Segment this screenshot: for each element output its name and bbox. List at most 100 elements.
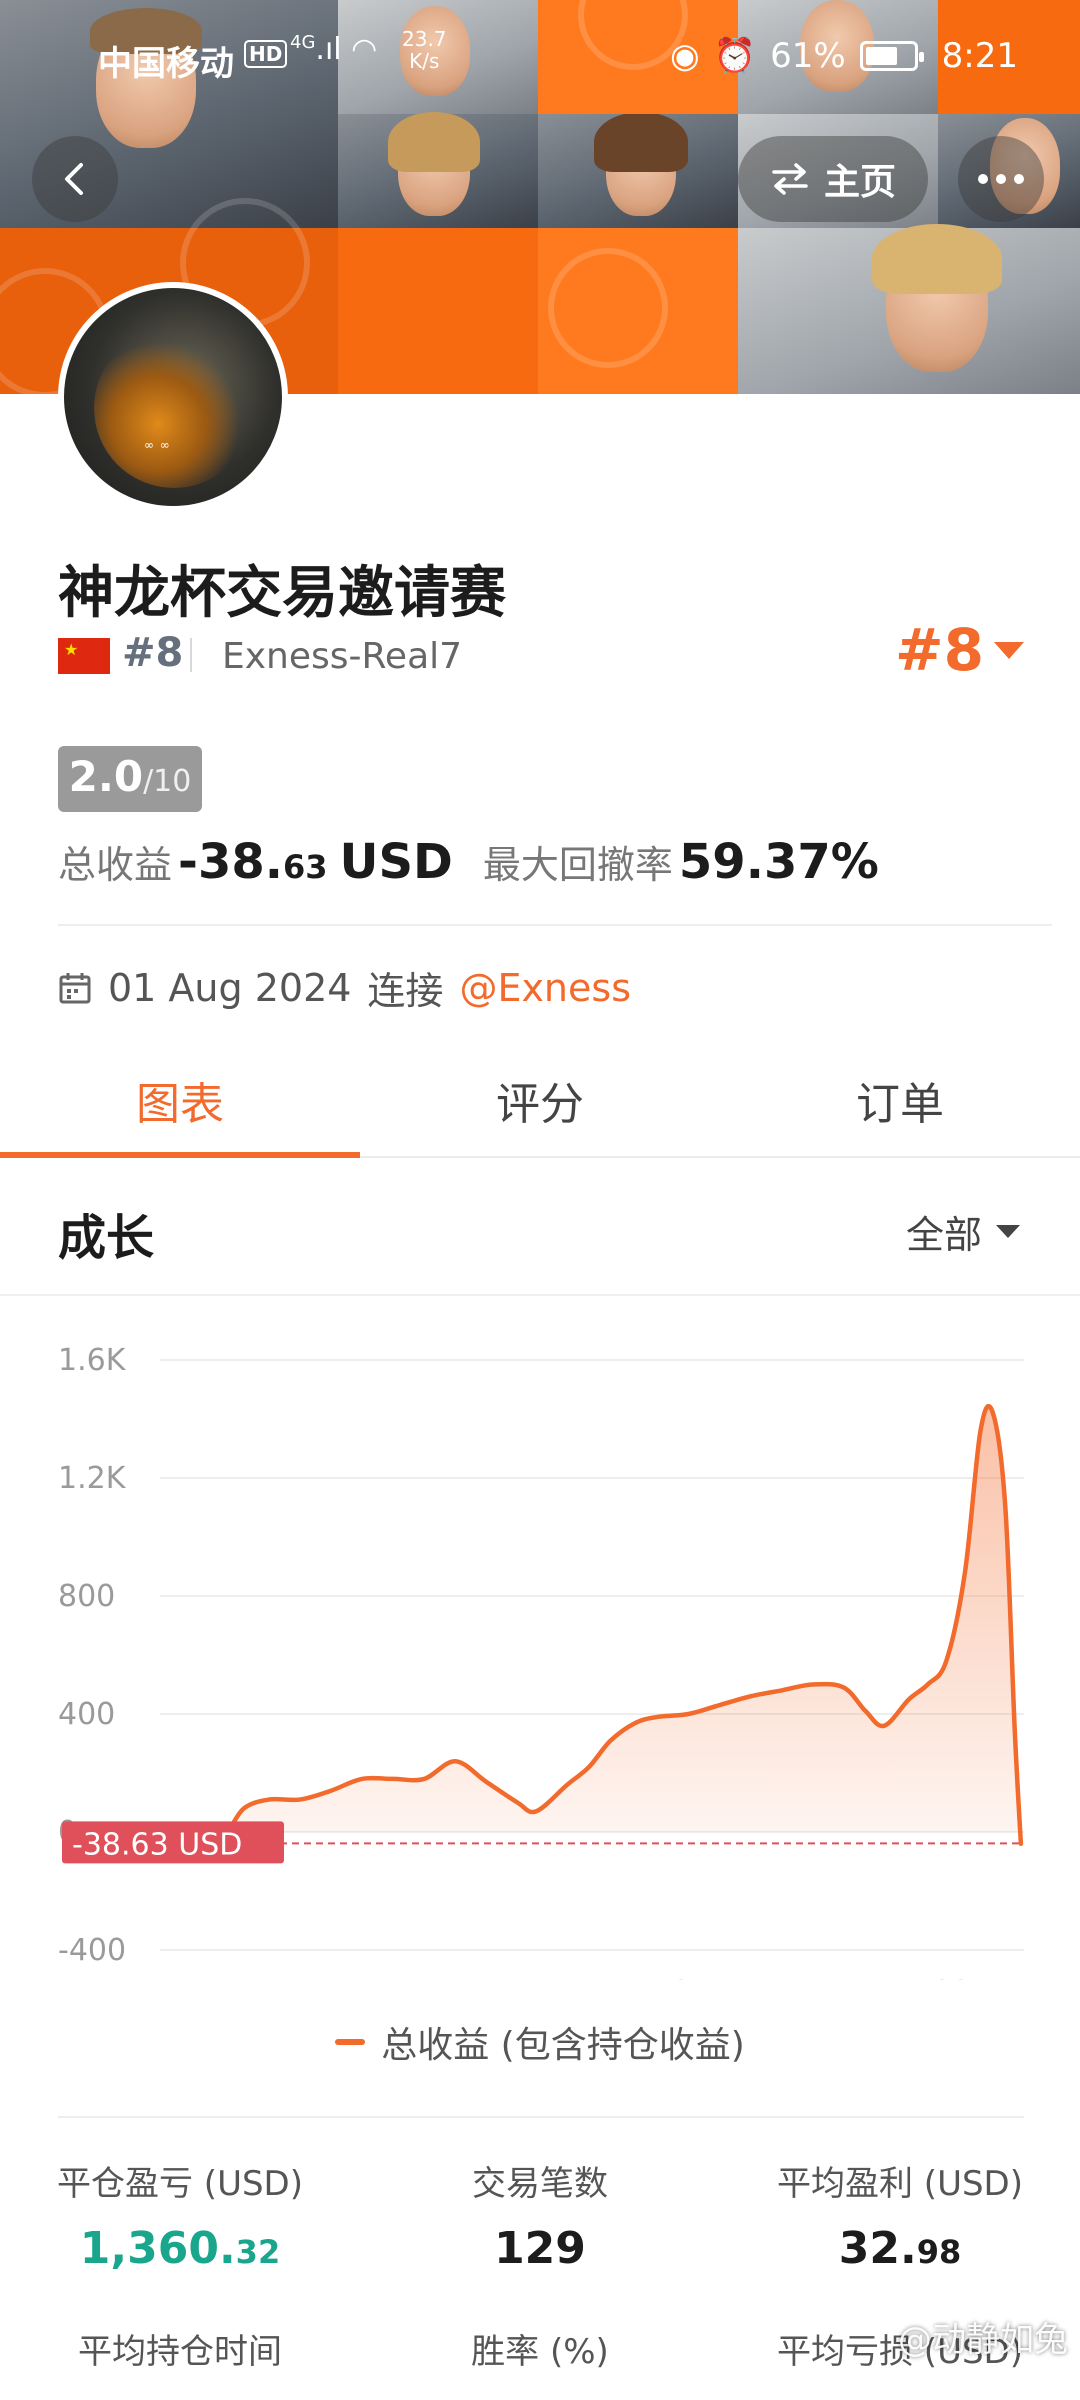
current-value-badge: -38.63 USD	[62, 1821, 284, 1864]
stat-value-decimal: 32	[235, 2233, 281, 2271]
banner-orange-tile	[338, 228, 538, 394]
country-rank: #8	[122, 630, 184, 676]
divider	[58, 924, 1052, 926]
stat-value-decimal: 98	[916, 2233, 962, 2271]
total-profit-label: 总收益	[58, 843, 173, 887]
battery-percent: 61%	[770, 36, 846, 76]
connected-label: 连接	[367, 969, 444, 1013]
eye-icon: ◉	[670, 36, 700, 76]
carrier-label: 中国移动	[98, 44, 234, 84]
battery-icon	[859, 41, 924, 71]
wifi-icon: ◠	[351, 32, 378, 67]
banner-hair	[388, 112, 480, 172]
more-button[interactable]	[958, 136, 1044, 222]
max-drawdown-label: 最大回撤率	[482, 843, 673, 887]
more-dot-icon	[1014, 174, 1024, 184]
divider	[190, 638, 192, 672]
caret-down-icon	[996, 1225, 1020, 1238]
y-tick-label: 1.6K	[58, 1343, 127, 1378]
stat-label: 平均盈利 (USD)	[777, 2164, 1023, 2204]
watermark: @动静如兔	[898, 2320, 1068, 2360]
stat-closed-pnl: 平仓盈亏 (USD) 1,360.32	[0, 2156, 360, 2274]
switch-icon	[772, 163, 808, 195]
divider	[58, 2116, 1024, 2118]
stat-trade-count: 交易笔数 129	[360, 2156, 720, 2274]
china-flag-icon: ★	[58, 638, 110, 674]
y-tick-label: -400	[58, 1933, 126, 1968]
total-profit-unit: USD	[339, 834, 453, 890]
banner-orange-tile	[538, 228, 738, 394]
y-tick-label: 400	[58, 1697, 115, 1732]
growth-chart[interactable]: 1.6K1.2K8004000-400 11 Aug19 Aug28 Aug -…	[0, 1300, 1080, 1980]
tab-orders[interactable]: 订单	[720, 1040, 1080, 1156]
stat-avg-profit: 平均盈利 (USD) 32.98	[720, 2156, 1080, 2274]
growth-area	[228, 1406, 1021, 1844]
net-speed: 23.7 K/s	[402, 28, 447, 72]
status-right: ◉ ⏰ 61% 8:21	[670, 36, 1018, 76]
chevron-left-icon	[65, 163, 83, 195]
stat-value: 32.98	[720, 2223, 1080, 2274]
tab-bar: 图表 评分 订单	[0, 1040, 1080, 1158]
caret-down-icon	[994, 641, 1024, 659]
tab-chart[interactable]: 图表	[0, 1040, 360, 1158]
x-tick-label: 19 Aug	[654, 1974, 753, 1980]
total-profit-value: -38.	[178, 834, 283, 890]
stat-label: 平仓盈亏 (USD)	[57, 2164, 303, 2204]
chart-legend[interactable]: 总收益 (包含持仓收益)	[0, 2016, 1080, 2068]
page-title: 神龙杯交易邀请赛	[58, 561, 506, 626]
current-value-label: -38.63 USD	[72, 1827, 242, 1862]
stat-value: 1,360.32	[0, 2223, 360, 2274]
avatar-logo-mark: ∞ ∞	[144, 438, 171, 452]
connected-date: 01 Aug 2024	[108, 965, 352, 1010]
net-speed-value: 23.7	[402, 27, 447, 51]
stat-value-main: 129	[494, 2223, 586, 2274]
stat-label: 胜率 (%)	[471, 2332, 609, 2372]
account-server: Exness-Real7	[222, 636, 463, 677]
dragon-image	[94, 328, 254, 488]
calendar-icon	[59, 972, 91, 1003]
legend-swatch	[335, 2039, 366, 2045]
stat-avg-hold-time: 平均持仓时间	[0, 2324, 360, 2373]
y-tick-label: 1.2K	[58, 1461, 127, 1496]
stat-win-rate: 胜率 (%)	[360, 2324, 720, 2373]
y-tick-label: 800	[58, 1579, 115, 1614]
score-value: 2.0	[68, 752, 144, 801]
score-denominator: /10	[143, 764, 192, 799]
connection-info: 01 Aug 2024 连接 @Exness	[58, 960, 631, 1015]
more-dot-icon	[978, 174, 988, 184]
rank-value: #8	[895, 616, 984, 684]
total-profit-decimal: 63	[282, 848, 328, 886]
stat-label: 平均持仓时间	[78, 2332, 282, 2372]
signal-icon: 4G.ıl ◠	[290, 32, 378, 67]
legend-label: 总收益 (包含持仓收益)	[381, 2025, 745, 2066]
hd-badge: HD	[244, 40, 288, 68]
stat-value: 129	[360, 2223, 720, 2274]
broker-link[interactable]: @Exness	[459, 966, 631, 1010]
status-bar: 中国移动 HD 4G.ıl ◠ 23.7 K/s ◉ ⏰ 61% 8:21	[0, 0, 1080, 110]
summary-metrics: 总收益 -38. 63 USD 最大回撤率 59.37%	[58, 834, 879, 890]
home-label: 主页	[823, 162, 896, 203]
more-dot-icon	[996, 174, 1006, 184]
alarm-icon: ⏰	[713, 36, 757, 76]
x-tick-label: 11 Aug	[406, 1974, 505, 1980]
growth-section-header: 成长 全部	[0, 1160, 1080, 1296]
stat-label: 交易笔数	[472, 2164, 608, 2204]
clock: 8:21	[941, 36, 1018, 76]
rank-dropdown[interactable]: #8	[895, 616, 1024, 684]
banner-hair	[872, 224, 1002, 294]
tab-rating[interactable]: 评分	[360, 1040, 720, 1156]
range-filter-label: 全部	[905, 1213, 982, 1257]
section-title: 成长	[58, 1210, 155, 1266]
net-speed-unit: K/s	[409, 49, 440, 73]
max-drawdown-value: 59.37%	[678, 834, 879, 890]
range-filter-dropdown[interactable]: 全部	[906, 1204, 1020, 1259]
x-tick-label: 28 Aug	[934, 1974, 1033, 1980]
signal-type: 4G	[290, 32, 316, 53]
avatar[interactable]: ∞ ∞	[58, 282, 288, 512]
score-badge: 2.0 /10	[58, 746, 202, 812]
stat-value-main: 32.	[838, 2223, 917, 2274]
home-button[interactable]: 主页	[738, 136, 928, 222]
back-button[interactable]	[32, 136, 118, 222]
banner-hair	[594, 112, 688, 172]
stat-value-main: 1,360.	[79, 2223, 236, 2274]
